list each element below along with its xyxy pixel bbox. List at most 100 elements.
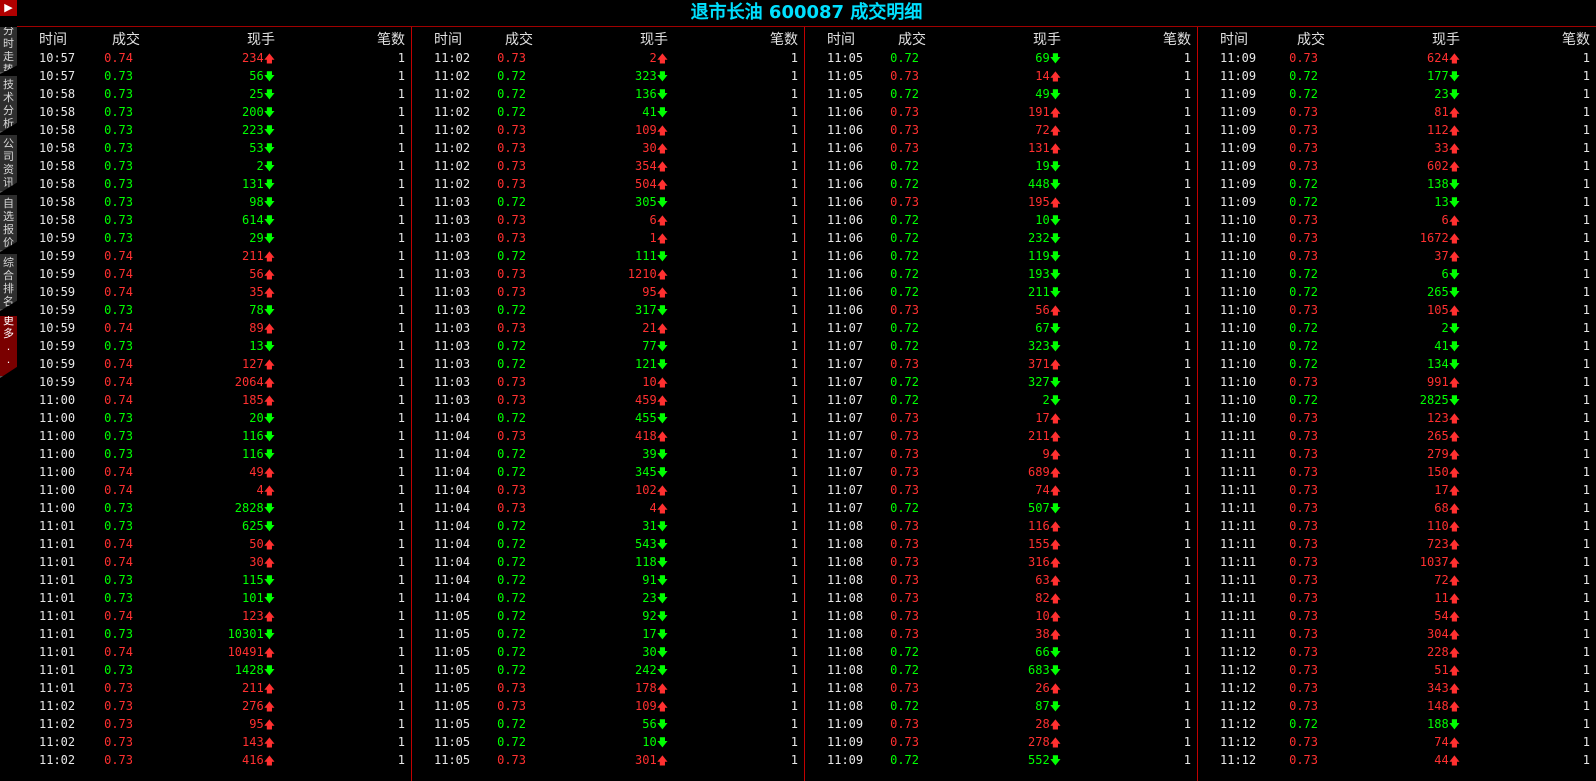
trade-row[interactable]: 11:08 0.73 116🡅 1 [805,517,1197,535]
trade-row[interactable]: 11:10 0.72 6🡇 1 [1198,265,1596,283]
trade-row[interactable]: 11:08 0.73 316🡅 1 [805,553,1197,571]
trade-row[interactable]: 10:58 0.73 614🡇 1 [17,211,411,229]
trade-row[interactable]: 11:09 0.73 33🡅 1 [1198,139,1596,157]
trade-row[interactable]: 11:03 0.73 95🡅 1 [412,283,804,301]
sidebar-tab-3[interactable]: 自选报价 [0,195,17,252]
trade-row[interactable]: 11:10 0.72 134🡇 1 [1198,355,1596,373]
trade-row[interactable]: 10:58 0.73 2🡇 1 [17,157,411,175]
trade-row[interactable]: 11:10 0.72 2🡇 1 [1198,319,1596,337]
trade-row[interactable]: 10:59 0.73 13🡇 1 [17,337,411,355]
trade-row[interactable]: 11:11 0.73 279🡅 1 [1198,445,1596,463]
trade-row[interactable]: 11:03 0.72 111🡇 1 [412,247,804,265]
trade-row[interactable]: 11:04 0.73 102🡅 1 [412,481,804,499]
trade-row[interactable]: 10:59 0.74 35🡅 1 [17,283,411,301]
trade-row[interactable]: 11:07 0.73 74🡅 1 [805,481,1197,499]
trade-row[interactable]: 11:07 0.72 327🡇 1 [805,373,1197,391]
trade-row[interactable]: 11:07 0.72 323🡇 1 [805,337,1197,355]
trade-row[interactable]: 10:58 0.73 98🡇 1 [17,193,411,211]
trade-row[interactable]: 11:04 0.72 91🡇 1 [412,571,804,589]
trade-row[interactable]: 11:06 0.72 10🡇 1 [805,211,1197,229]
trade-row[interactable]: 11:11 0.73 110🡅 1 [1198,517,1596,535]
trade-row[interactable]: 11:11 0.73 304🡅 1 [1198,625,1596,643]
trade-row[interactable]: 11:05 0.73 109🡅 1 [412,697,804,715]
trade-row[interactable]: 11:07 0.72 2🡇 1 [805,391,1197,409]
trade-row[interactable]: 11:06 0.73 72🡅 1 [805,121,1197,139]
trade-row[interactable]: 11:07 0.72 507🡇 1 [805,499,1197,517]
trade-row[interactable]: 11:11 0.73 72🡅 1 [1198,571,1596,589]
trade-row[interactable]: 11:08 0.73 38🡅 1 [805,625,1197,643]
trade-row[interactable]: 11:04 0.73 4🡅 1 [412,499,804,517]
trade-row[interactable]: 11:01 0.73 1428🡇 1 [17,661,411,679]
sidebar-tab-2[interactable]: 公司资讯 [0,135,17,193]
trade-row[interactable]: 11:01 0.74 30🡅 1 [17,553,411,571]
trade-row[interactable]: 11:10 0.72 2825🡇 1 [1198,391,1596,409]
trade-row[interactable]: 11:10 0.73 1672🡅 1 [1198,229,1596,247]
trade-row[interactable]: 10:58 0.73 25🡇 1 [17,85,411,103]
trade-row[interactable]: 11:07 0.73 211🡅 1 [805,427,1197,445]
trade-row[interactable]: 10:59 0.74 211🡅 1 [17,247,411,265]
trade-row[interactable]: 11:12 0.73 51🡅 1 [1198,661,1596,679]
trade-row[interactable]: 10:59 0.73 78🡇 1 [17,301,411,319]
trade-row[interactable]: 11:12 0.73 228🡅 1 [1198,643,1596,661]
trade-row[interactable]: 11:02 0.73 2🡅 1 [412,49,804,67]
trade-row[interactable]: 11:02 0.73 30🡅 1 [412,139,804,157]
trade-row[interactable]: 11:04 0.72 118🡇 1 [412,553,804,571]
trade-row[interactable]: 11:08 0.72 66🡇 1 [805,643,1197,661]
trade-row[interactable]: 11:08 0.72 87🡇 1 [805,697,1197,715]
trade-row[interactable]: 11:01 0.74 123🡅 1 [17,607,411,625]
trade-row[interactable]: 11:05 0.72 56🡇 1 [412,715,804,733]
trade-row[interactable]: 11:10 0.73 37🡅 1 [1198,247,1596,265]
trade-row[interactable]: 10:57 0.74 234🡅 1 [17,49,411,67]
trade-row[interactable]: 11:10 0.73 6🡅 1 [1198,211,1596,229]
trade-row[interactable]: 11:04 0.72 345🡇 1 [412,463,804,481]
trade-row[interactable]: 11:12 0.73 343🡅 1 [1198,679,1596,697]
trade-row[interactable]: 11:07 0.73 689🡅 1 [805,463,1197,481]
trade-row[interactable]: 10:59 0.73 29🡇 1 [17,229,411,247]
trade-row[interactable]: 11:01 0.73 115🡇 1 [17,571,411,589]
trade-row[interactable]: 11:11 0.73 68🡅 1 [1198,499,1596,517]
trade-row[interactable]: 11:00 0.73 2828🡇 1 [17,499,411,517]
trade-row[interactable]: 11:00 0.73 116🡇 1 [17,427,411,445]
trade-row[interactable]: 11:02 0.72 323🡇 1 [412,67,804,85]
trade-row[interactable]: 10:59 0.74 56🡅 1 [17,265,411,283]
trade-row[interactable]: 11:04 0.72 455🡇 1 [412,409,804,427]
trade-row[interactable]: 11:05 0.72 30🡇 1 [412,643,804,661]
trade-row[interactable]: 11:11 0.73 11🡅 1 [1198,589,1596,607]
trade-row[interactable]: 11:00 0.73 20🡇 1 [17,409,411,427]
trade-row[interactable]: 11:09 0.73 28🡅 1 [805,715,1197,733]
trade-row[interactable]: 11:06 0.72 193🡇 1 [805,265,1197,283]
sidebar-toggle-icon[interactable]: ▶ [0,0,17,16]
sidebar-tab-0[interactable]: 分时走势 [0,27,17,74]
trade-row[interactable]: 10:58 0.73 200🡇 1 [17,103,411,121]
trade-row[interactable]: 11:02 0.73 504🡅 1 [412,175,804,193]
trade-row[interactable]: 11:04 0.72 543🡇 1 [412,535,804,553]
trade-row[interactable]: 11:05 0.72 10🡇 1 [412,733,804,751]
trade-row[interactable]: 11:05 0.73 301🡅 1 [412,751,804,769]
trade-row[interactable]: 11:10 0.73 105🡅 1 [1198,301,1596,319]
trade-row[interactable]: 11:03 0.72 77🡇 1 [412,337,804,355]
trade-row[interactable]: 11:04 0.72 23🡇 1 [412,589,804,607]
trade-row[interactable]: 11:01 0.74 50🡅 1 [17,535,411,553]
trade-row[interactable]: 11:09 0.73 624🡅 1 [1198,49,1596,67]
trade-row[interactable]: 11:12 0.73 44🡅 1 [1198,751,1596,769]
trade-row[interactable]: 11:10 0.73 991🡅 1 [1198,373,1596,391]
trade-row[interactable]: 11:06 0.72 232🡇 1 [805,229,1197,247]
trade-row[interactable]: 11:02 0.73 354🡅 1 [412,157,804,175]
trade-row[interactable]: 10:58 0.73 131🡇 1 [17,175,411,193]
trade-row[interactable]: 11:06 0.72 211🡇 1 [805,283,1197,301]
trade-row[interactable]: 11:07 0.73 371🡅 1 [805,355,1197,373]
trade-row[interactable]: 11:05 0.72 17🡇 1 [412,625,804,643]
trade-row[interactable]: 11:11 0.73 1037🡅 1 [1198,553,1596,571]
trade-row[interactable]: 11:09 0.72 13🡇 1 [1198,193,1596,211]
trade-row[interactable]: 11:03 0.73 1210🡅 1 [412,265,804,283]
trade-row[interactable]: 11:09 0.72 138🡇 1 [1198,175,1596,193]
trade-row[interactable]: 11:05 0.72 92🡇 1 [412,607,804,625]
sidebar-tab-5[interactable]: 更多... [0,316,17,378]
trade-row[interactable]: 10:57 0.73 56🡇 1 [17,67,411,85]
trade-row[interactable]: 11:10 0.72 265🡇 1 [1198,283,1596,301]
trade-row[interactable]: 11:06 0.73 195🡅 1 [805,193,1197,211]
trade-row[interactable]: 11:02 0.73 143🡅 1 [17,733,411,751]
trade-row[interactable]: 11:03 0.73 459🡅 1 [412,391,804,409]
trade-row[interactable]: 11:07 0.73 9🡅 1 [805,445,1197,463]
trade-row[interactable]: 11:02 0.73 416🡅 1 [17,751,411,769]
